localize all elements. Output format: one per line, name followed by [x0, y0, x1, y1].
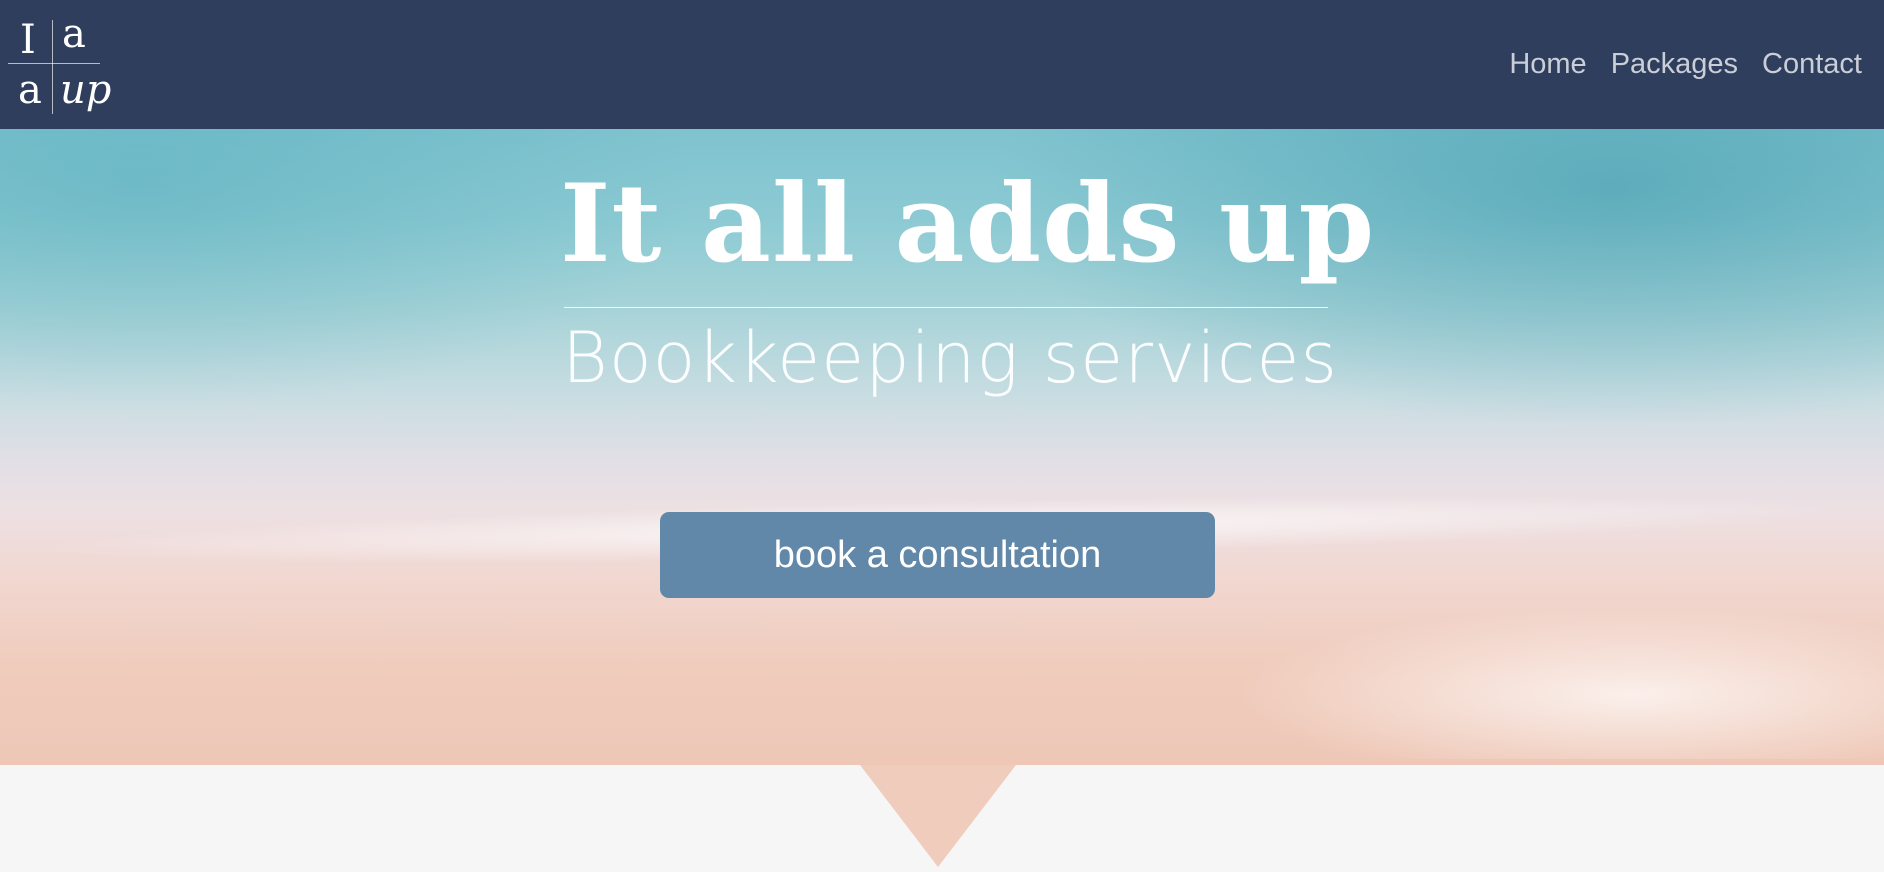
- hero-subtitle: Bookkeeping services: [562, 317, 1338, 399]
- site-header: I a a up Home Packages Contact: [0, 0, 1884, 129]
- logo-letters-up: up: [60, 67, 112, 113]
- book-consultation-button[interactable]: book a consultation: [660, 512, 1215, 598]
- nav-link-contact[interactable]: Contact: [1762, 44, 1862, 84]
- nav-link-packages[interactable]: Packages: [1611, 44, 1738, 84]
- main-nav: Home Packages Contact: [1509, 44, 1862, 84]
- hero-title: It all adds up: [560, 161, 1376, 287]
- hero-divider: [564, 307, 1328, 308]
- hero-wave-foam-right: [1200, 599, 1884, 759]
- nav-link-home[interactable]: Home: [1509, 44, 1586, 84]
- logo-divider-vertical: [52, 20, 53, 114]
- logo-letter-i: I: [20, 17, 36, 63]
- site-logo[interactable]: I a a up: [8, 11, 112, 120]
- logo-divider-horizontal: [8, 63, 100, 64]
- logo-letter-a-top: a: [62, 11, 86, 57]
- hero-banner: It all adds up Bookkeeping services book…: [0, 129, 1884, 765]
- section-pointer-arrow: [860, 765, 1016, 867]
- logo-letter-a-bottom: a: [18, 67, 42, 113]
